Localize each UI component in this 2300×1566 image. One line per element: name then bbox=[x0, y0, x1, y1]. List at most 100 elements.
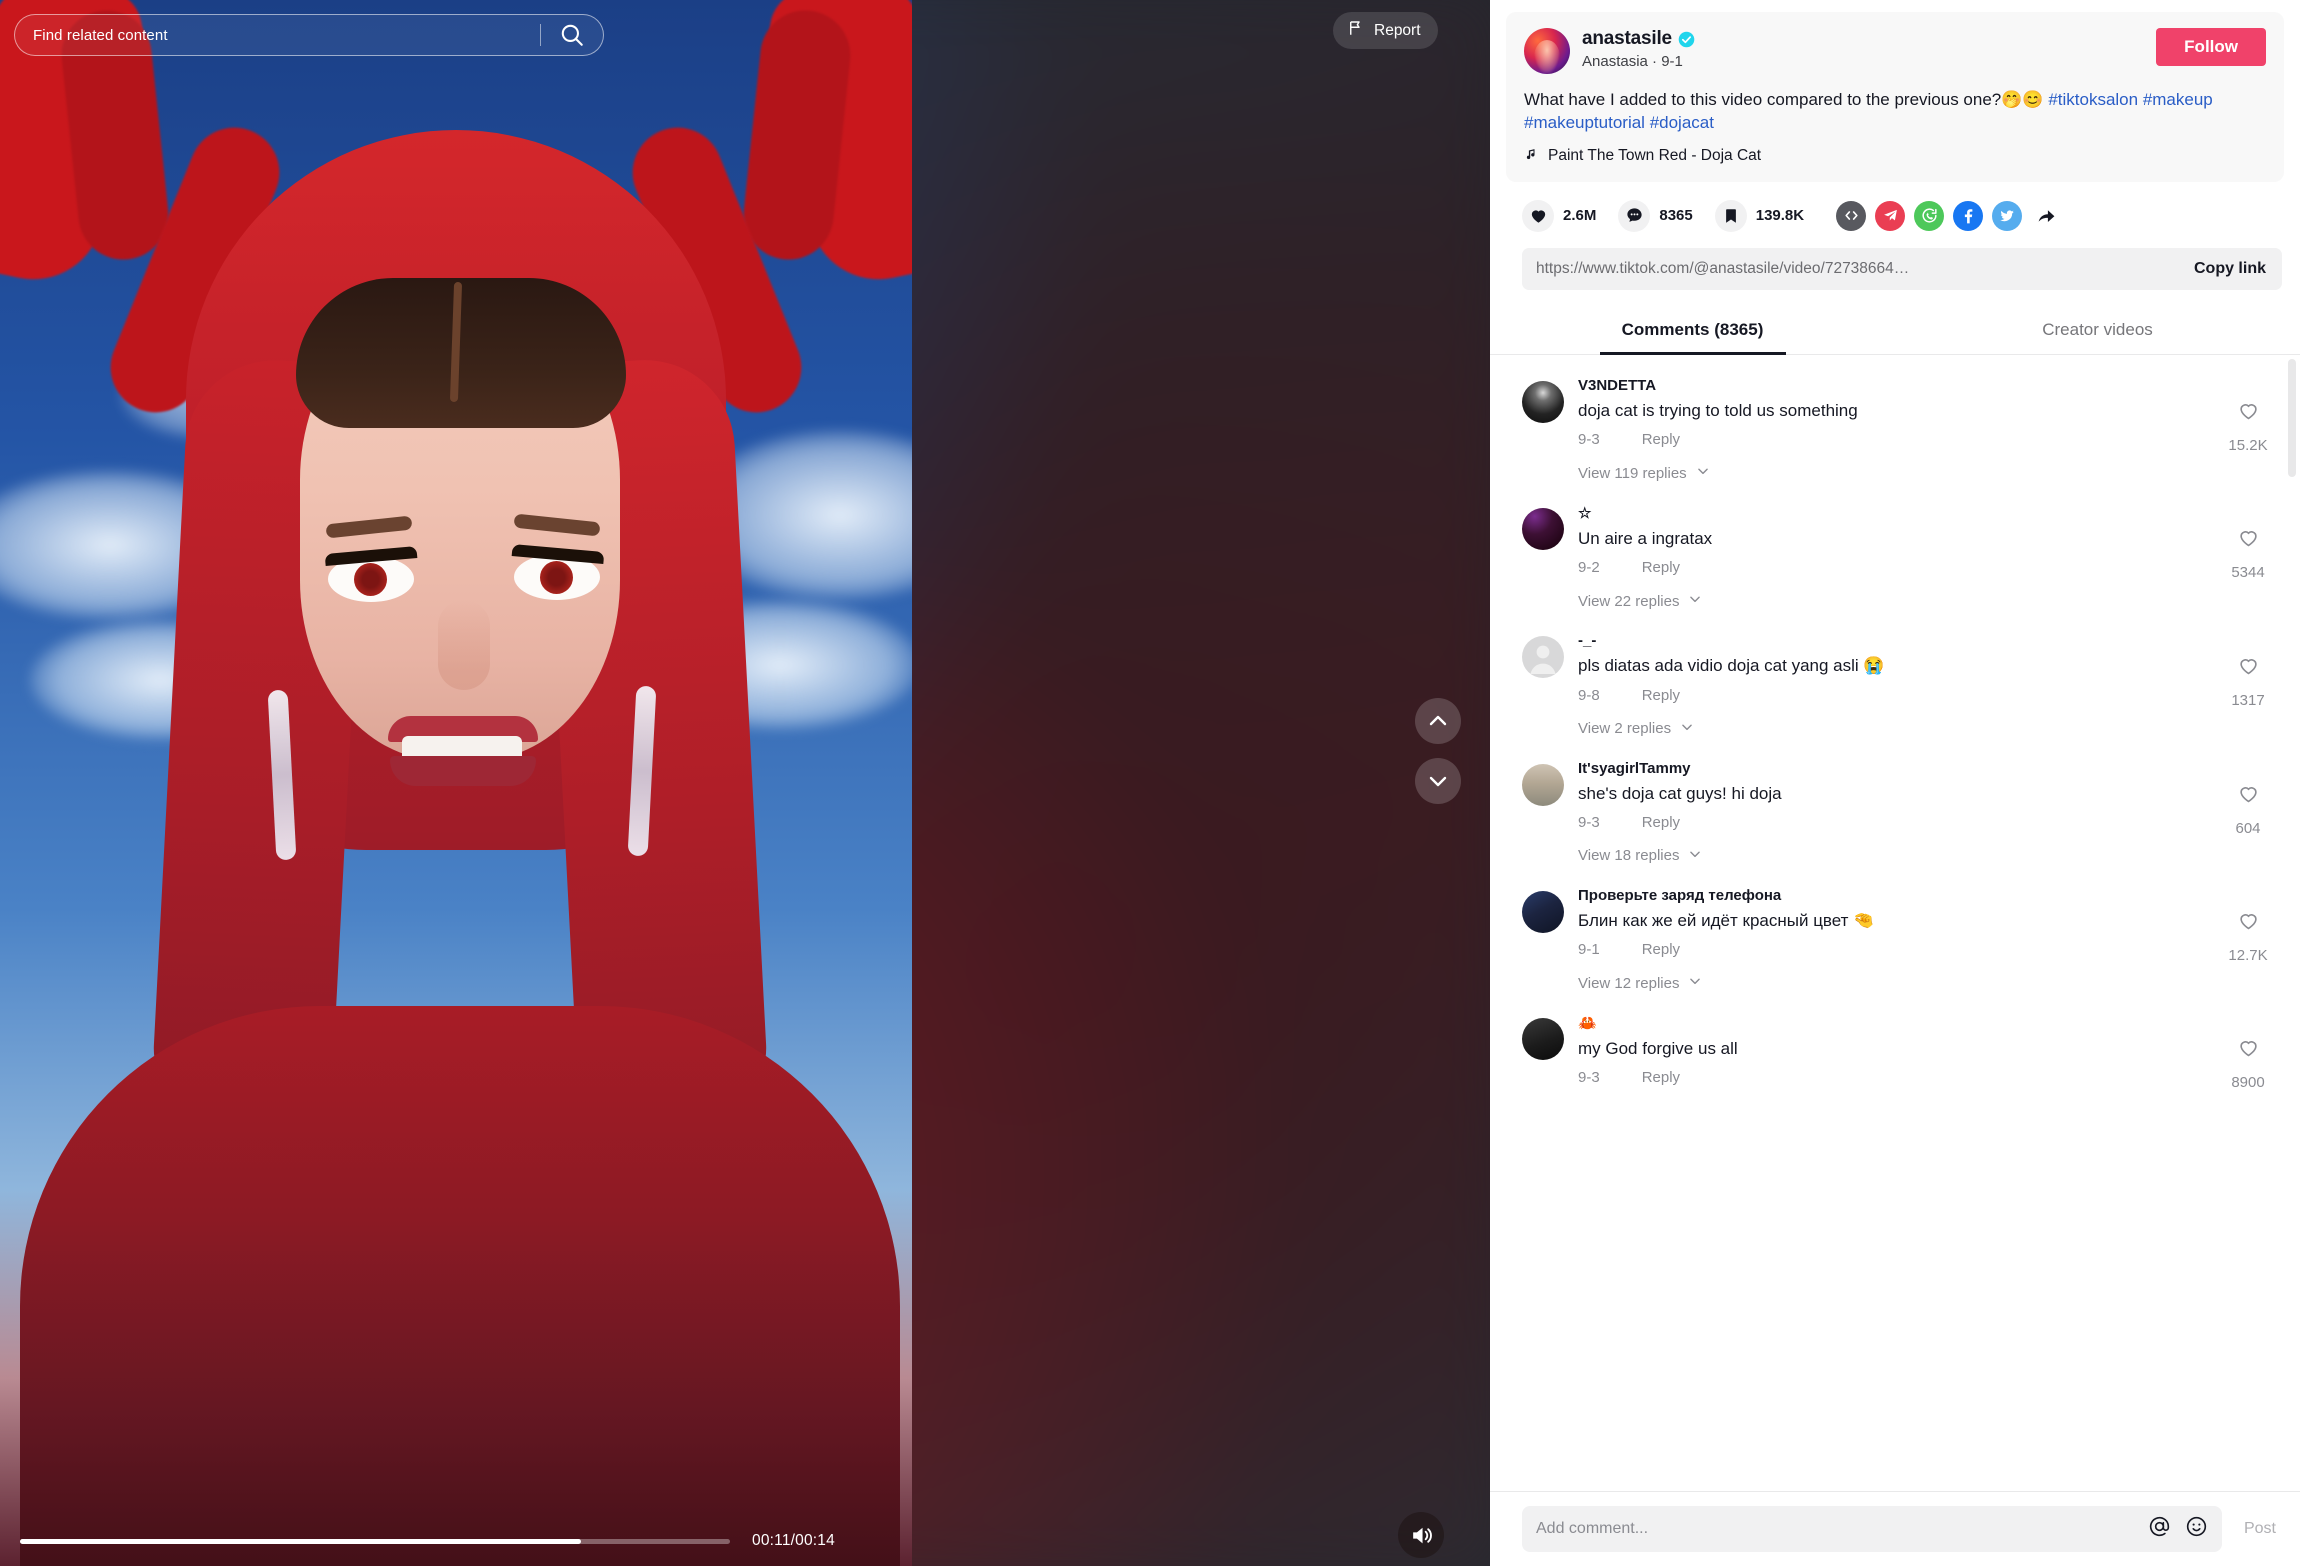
comments-list[interactable]: V3NDETTA doja cat is trying to told us so… bbox=[1490, 355, 2300, 1491]
comment-reply-button[interactable]: Reply bbox=[1642, 431, 1680, 448]
comment-item: -_- pls diatas ada vidio doja cat yang as… bbox=[1490, 632, 2300, 737]
report-button[interactable]: Report bbox=[1333, 12, 1438, 49]
search-icon[interactable] bbox=[541, 22, 603, 48]
hashtag-link[interactable]: #makeuptutorial bbox=[1524, 113, 1645, 132]
heart-outline-icon[interactable] bbox=[2237, 909, 2260, 937]
tab-comments[interactable]: Comments (8365) bbox=[1490, 310, 1895, 354]
copy-link-button[interactable]: Copy link bbox=[2194, 260, 2266, 278]
author-username[interactable]: anastasile bbox=[1582, 28, 1672, 50]
comment-like-group[interactable]: 15.2K bbox=[2220, 399, 2276, 482]
video-player[interactable]: 00:11/00:14 bbox=[0, 0, 912, 1566]
view-replies-label: View 12 replies bbox=[1578, 974, 1680, 992]
comment-like-group[interactable]: 1317 bbox=[2220, 654, 2276, 737]
telegram-icon[interactable] bbox=[1875, 200, 1906, 231]
comment-avatar[interactable] bbox=[1522, 380, 1564, 423]
comment-meta: 9-3 Reply bbox=[1578, 814, 2220, 831]
comment-like-group[interactable]: 5344 bbox=[2220, 526, 2276, 610]
avatar[interactable] bbox=[1524, 28, 1570, 74]
tab-creator-videos[interactable]: Creator videos bbox=[1895, 310, 2300, 354]
comment-date: 9-3 bbox=[1578, 813, 1600, 831]
embed-code-icon[interactable] bbox=[1836, 200, 1867, 231]
comment-like-count: 5344 bbox=[2231, 564, 2265, 582]
bookmark-count: 139.8K bbox=[1755, 207, 1805, 225]
chevron-down-icon bbox=[1688, 847, 1702, 865]
whatsapp-icon[interactable] bbox=[1914, 200, 1945, 231]
hashtag-link[interactable]: #makeup bbox=[2138, 90, 2213, 109]
next-video-button[interactable] bbox=[1415, 758, 1461, 804]
hashtag-link[interactable]: #tiktoksalon bbox=[2048, 90, 2138, 109]
comment-like-group[interactable]: 8900 bbox=[2220, 1036, 2276, 1091]
comment-reply-button[interactable]: Reply bbox=[1642, 941, 1680, 958]
comment-meta: 9-2 Reply bbox=[1578, 559, 2220, 576]
comment-item: V3NDETTA doja cat is trying to told us so… bbox=[1490, 377, 2300, 482]
volume-button[interactable] bbox=[1398, 1512, 1444, 1558]
comment-text: my God forgive us all bbox=[1578, 1039, 1738, 1059]
comment-avatar[interactable] bbox=[1522, 636, 1564, 679]
video-detail-panel: anastasile Anastasia · 9-1 Follow What h… bbox=[1490, 0, 2300, 1566]
view-replies-button[interactable]: View 119 replies bbox=[1578, 464, 2220, 482]
music-title: Paint The Town Red - Doja Cat bbox=[1548, 146, 1762, 164]
chevron-down-icon bbox=[1688, 974, 1702, 992]
heart-outline-icon[interactable] bbox=[2237, 654, 2260, 682]
post-comment-button[interactable]: Post bbox=[2244, 1520, 2276, 1538]
share-link-row: https://www.tiktok.com/@anastasile/video… bbox=[1522, 247, 2282, 290]
find-related-content-search[interactable]: Find related content bbox=[14, 14, 604, 56]
comment-avatar[interactable] bbox=[1522, 763, 1564, 806]
twitter-icon[interactable] bbox=[1992, 200, 2023, 231]
comment-input[interactable]: Add comment... bbox=[1536, 1520, 2148, 1538]
comment-like-group[interactable]: 604 bbox=[2220, 782, 2276, 865]
video-progress-bar[interactable] bbox=[20, 1538, 730, 1544]
comment-stat[interactable]: 8365 bbox=[1618, 199, 1693, 232]
comment-username[interactable]: Проверьте заряд телефона bbox=[1578, 887, 2220, 904]
view-replies-label: View 119 replies bbox=[1578, 464, 1687, 482]
comment-reply-button[interactable]: Reply bbox=[1642, 687, 1680, 704]
music-row[interactable]: Paint The Town Red - Doja Cat bbox=[1524, 146, 2266, 166]
view-replies-button[interactable]: View 2 replies bbox=[1578, 720, 2220, 738]
comment-like-group[interactable]: 12.7K bbox=[2220, 909, 2276, 992]
comment-username[interactable]: It'syagirlTammy bbox=[1578, 760, 2220, 777]
comment-reply-button[interactable]: Reply bbox=[1642, 814, 1680, 831]
previous-video-button[interactable] bbox=[1415, 698, 1461, 744]
comment-username[interactable]: V3NDETTA bbox=[1578, 377, 2220, 394]
share-link-input[interactable]: https://www.tiktok.com/@anastasile/video… bbox=[1536, 260, 2182, 278]
share-arrow-icon[interactable] bbox=[2031, 201, 2061, 231]
heart-outline-icon[interactable] bbox=[2237, 782, 2260, 810]
comment-username[interactable]: 🦀 bbox=[1578, 1014, 2220, 1032]
comment-meta: 9-3 Reply bbox=[1578, 431, 2220, 448]
red-cloak bbox=[20, 1006, 900, 1566]
comment-body: 🦀 my God forgive us all 9-3 Reply bbox=[1578, 1014, 2220, 1091]
video-progress-fill bbox=[20, 1538, 581, 1544]
composer-icons bbox=[2148, 1515, 2208, 1543]
music-note-icon bbox=[1524, 146, 1539, 166]
engagement-actions: 2.6M 8365 139.8K bbox=[1490, 182, 2300, 232]
view-replies-button[interactable]: View 18 replies bbox=[1578, 847, 2220, 865]
nose bbox=[438, 600, 490, 690]
comment-bubble-icon[interactable] bbox=[1618, 199, 1651, 232]
comments-scrollbar[interactable] bbox=[2288, 358, 2296, 477]
facebook-icon[interactable] bbox=[1953, 200, 1984, 231]
comment-username[interactable]: -_- bbox=[1578, 632, 2220, 649]
comment-avatar[interactable] bbox=[1522, 508, 1564, 551]
like-stat[interactable]: 2.6M bbox=[1522, 199, 1596, 232]
comment-avatar[interactable] bbox=[1522, 890, 1564, 933]
at-mention-icon[interactable] bbox=[2148, 1515, 2171, 1543]
view-replies-button[interactable]: View 22 replies bbox=[1578, 592, 2220, 610]
comment-username[interactable]: ☆ bbox=[1578, 504, 2220, 522]
heart-outline-icon[interactable] bbox=[2237, 1036, 2260, 1064]
search-input[interactable]: Find related content bbox=[15, 27, 540, 44]
bookmark-icon[interactable] bbox=[1714, 199, 1747, 232]
emoji-icon[interactable] bbox=[2185, 1515, 2208, 1543]
comment-input-box[interactable]: Add comment... bbox=[1522, 1506, 2222, 1552]
author-name-row: anastasile bbox=[1582, 28, 2144, 50]
view-replies-button[interactable]: View 12 replies bbox=[1578, 974, 2220, 992]
bookmark-stat[interactable]: 139.8K bbox=[1714, 199, 1805, 232]
heart-filled-icon[interactable] bbox=[1522, 199, 1554, 232]
heart-outline-icon[interactable] bbox=[2237, 399, 2260, 427]
heart-outline-icon[interactable] bbox=[2237, 526, 2260, 554]
comment-like-count: 15.2K bbox=[2228, 436, 2268, 454]
comment-avatar[interactable] bbox=[1522, 1018, 1564, 1061]
hashtag-link[interactable]: #dojacat bbox=[1645, 113, 1714, 132]
follow-button[interactable]: Follow bbox=[2156, 28, 2266, 66]
comment-reply-button[interactable]: Reply bbox=[1642, 1069, 1680, 1086]
comment-reply-button[interactable]: Reply bbox=[1642, 559, 1680, 576]
